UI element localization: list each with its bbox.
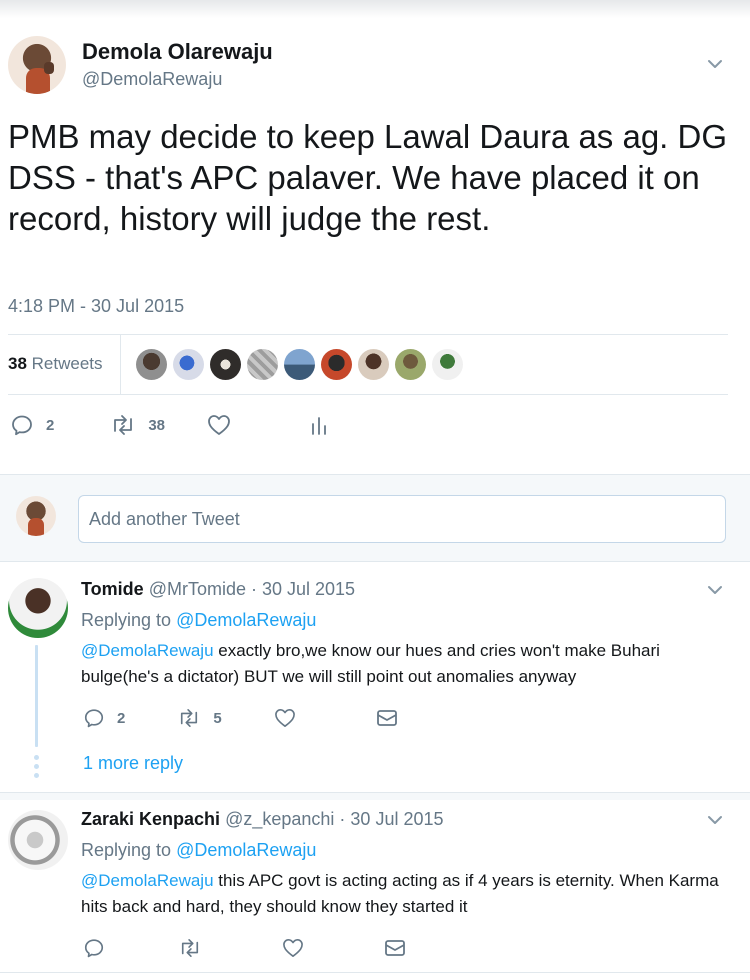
reply-separator <box>0 792 750 800</box>
direct-message-icon <box>384 939 406 957</box>
retweeter-avatar[interactable] <box>321 349 352 380</box>
reply-count: 2 <box>46 416 55 434</box>
reply-button[interactable] <box>83 937 105 959</box>
like-icon <box>274 708 296 728</box>
reply-header: Zaraki Kenpachi @z_kepanchi · 30 Jul 201… <box>81 809 444 830</box>
reply-icon <box>83 707 105 729</box>
retweeter-avatar[interactable] <box>210 349 241 380</box>
retweets-count[interactable]: 38 Retweets <box>8 354 103 374</box>
chevron-down-icon[interactable] <box>707 56 723 72</box>
user-avatar <box>16 496 56 536</box>
divider <box>8 394 728 395</box>
divider <box>8 334 728 335</box>
retweet-count: 5 <box>213 709 222 727</box>
reply-actions: 2 5 <box>83 707 398 729</box>
thread-dot <box>34 755 39 760</box>
retweet-icon <box>178 938 202 958</box>
reply-count: 2 <box>117 709 126 727</box>
mention-link[interactable]: @DemolaRewaju <box>81 871 214 890</box>
like-button[interactable] <box>282 938 304 958</box>
chevron-down-icon[interactable] <box>707 812 723 828</box>
author-handle[interactable]: @DemolaRewaju <box>82 69 222 90</box>
main-actions: 2 38 <box>10 413 329 437</box>
retweets-number: 38 <box>8 354 27 373</box>
thread-dot <box>34 764 39 769</box>
reply-text: @DemolaRewaju exactly bro,we know our hu… <box>81 638 721 690</box>
reply-icon <box>83 937 105 959</box>
replying-to: Replying to @DemolaRewaju <box>81 610 316 631</box>
analytics-button[interactable] <box>309 414 329 436</box>
chevron-down-icon[interactable] <box>707 582 723 598</box>
more-replies-link[interactable]: 1 more reply <box>83 753 183 774</box>
reply-date[interactable]: · 30 Jul 2015 <box>334 809 443 829</box>
like-icon <box>207 414 231 436</box>
direct-message-button[interactable] <box>376 709 398 727</box>
reply-author-handle[interactable]: @MrTomide <box>149 579 246 599</box>
author-avatar[interactable] <box>8 36 66 94</box>
retweet-button[interactable]: 5 <box>177 708 222 728</box>
top-shade <box>0 0 750 18</box>
retweeter-avatar[interactable] <box>136 349 167 380</box>
retweets-label: Retweets <box>26 354 103 373</box>
thread-dot <box>34 773 39 778</box>
retweet-icon <box>177 708 201 728</box>
retweet-icon <box>110 414 136 436</box>
retweet-count: 38 <box>148 416 166 434</box>
mention-link[interactable]: @DemolaRewaju <box>81 641 214 660</box>
retweeter-avatars <box>136 349 463 380</box>
like-icon <box>282 938 304 958</box>
thread-line <box>35 645 38 747</box>
retweet-button[interactable]: 38 <box>110 414 165 436</box>
analytics-icon <box>309 414 329 436</box>
reply-author-name[interactable]: Tomide <box>81 579 144 599</box>
direct-message-button[interactable] <box>384 939 406 957</box>
reply-text: @DemolaRewaju this APC govt is acting ac… <box>81 868 721 920</box>
reply-button[interactable]: 2 <box>10 413 54 437</box>
add-another-tweet-input[interactable]: Add another Tweet <box>78 495 726 543</box>
retweeter-avatar[interactable] <box>247 349 278 380</box>
reply-icon <box>10 413 34 437</box>
reply-author-name[interactable]: Zaraki Kenpachi <box>81 809 220 829</box>
retweet-button[interactable] <box>178 938 202 958</box>
reply-author-handle[interactable]: @z_kepanchi <box>225 809 334 829</box>
retweeter-avatar[interactable] <box>284 349 315 380</box>
reply-button[interactable]: 2 <box>83 707 125 729</box>
like-button[interactable] <box>207 414 231 436</box>
like-button[interactable] <box>274 708 296 728</box>
author-name[interactable]: Demola Olarewaju <box>82 39 273 65</box>
reply-header: Tomide @MrTomide · 30 Jul 2015 <box>81 579 355 600</box>
divider <box>0 972 750 973</box>
tweet-text: PMB may decide to keep Lawal Daura as ag… <box>8 118 728 237</box>
reply-avatar[interactable] <box>8 578 68 638</box>
tweet-timestamp[interactable]: 4:18 PM - 30 Jul 2015 <box>8 296 184 317</box>
retweeter-avatar[interactable] <box>173 349 204 380</box>
replying-to: Replying to @DemolaRewaju <box>81 840 316 861</box>
direct-message-icon <box>376 709 398 727</box>
retweeter-avatar[interactable] <box>358 349 389 380</box>
replying-to-link[interactable]: @DemolaRewaju <box>176 610 316 630</box>
reply-actions <box>83 937 406 959</box>
reply-avatar[interactable] <box>8 810 68 870</box>
replying-prefix: Replying to <box>81 610 177 630</box>
divider <box>120 334 121 394</box>
retweeter-avatar[interactable] <box>432 349 463 380</box>
compose-placeholder: Add another Tweet <box>89 509 240 529</box>
replying-to-link[interactable]: @DemolaRewaju <box>176 840 316 860</box>
retweeter-avatar[interactable] <box>395 349 426 380</box>
reply-date[interactable]: · 30 Jul 2015 <box>246 579 355 599</box>
replying-prefix: Replying to <box>81 840 177 860</box>
